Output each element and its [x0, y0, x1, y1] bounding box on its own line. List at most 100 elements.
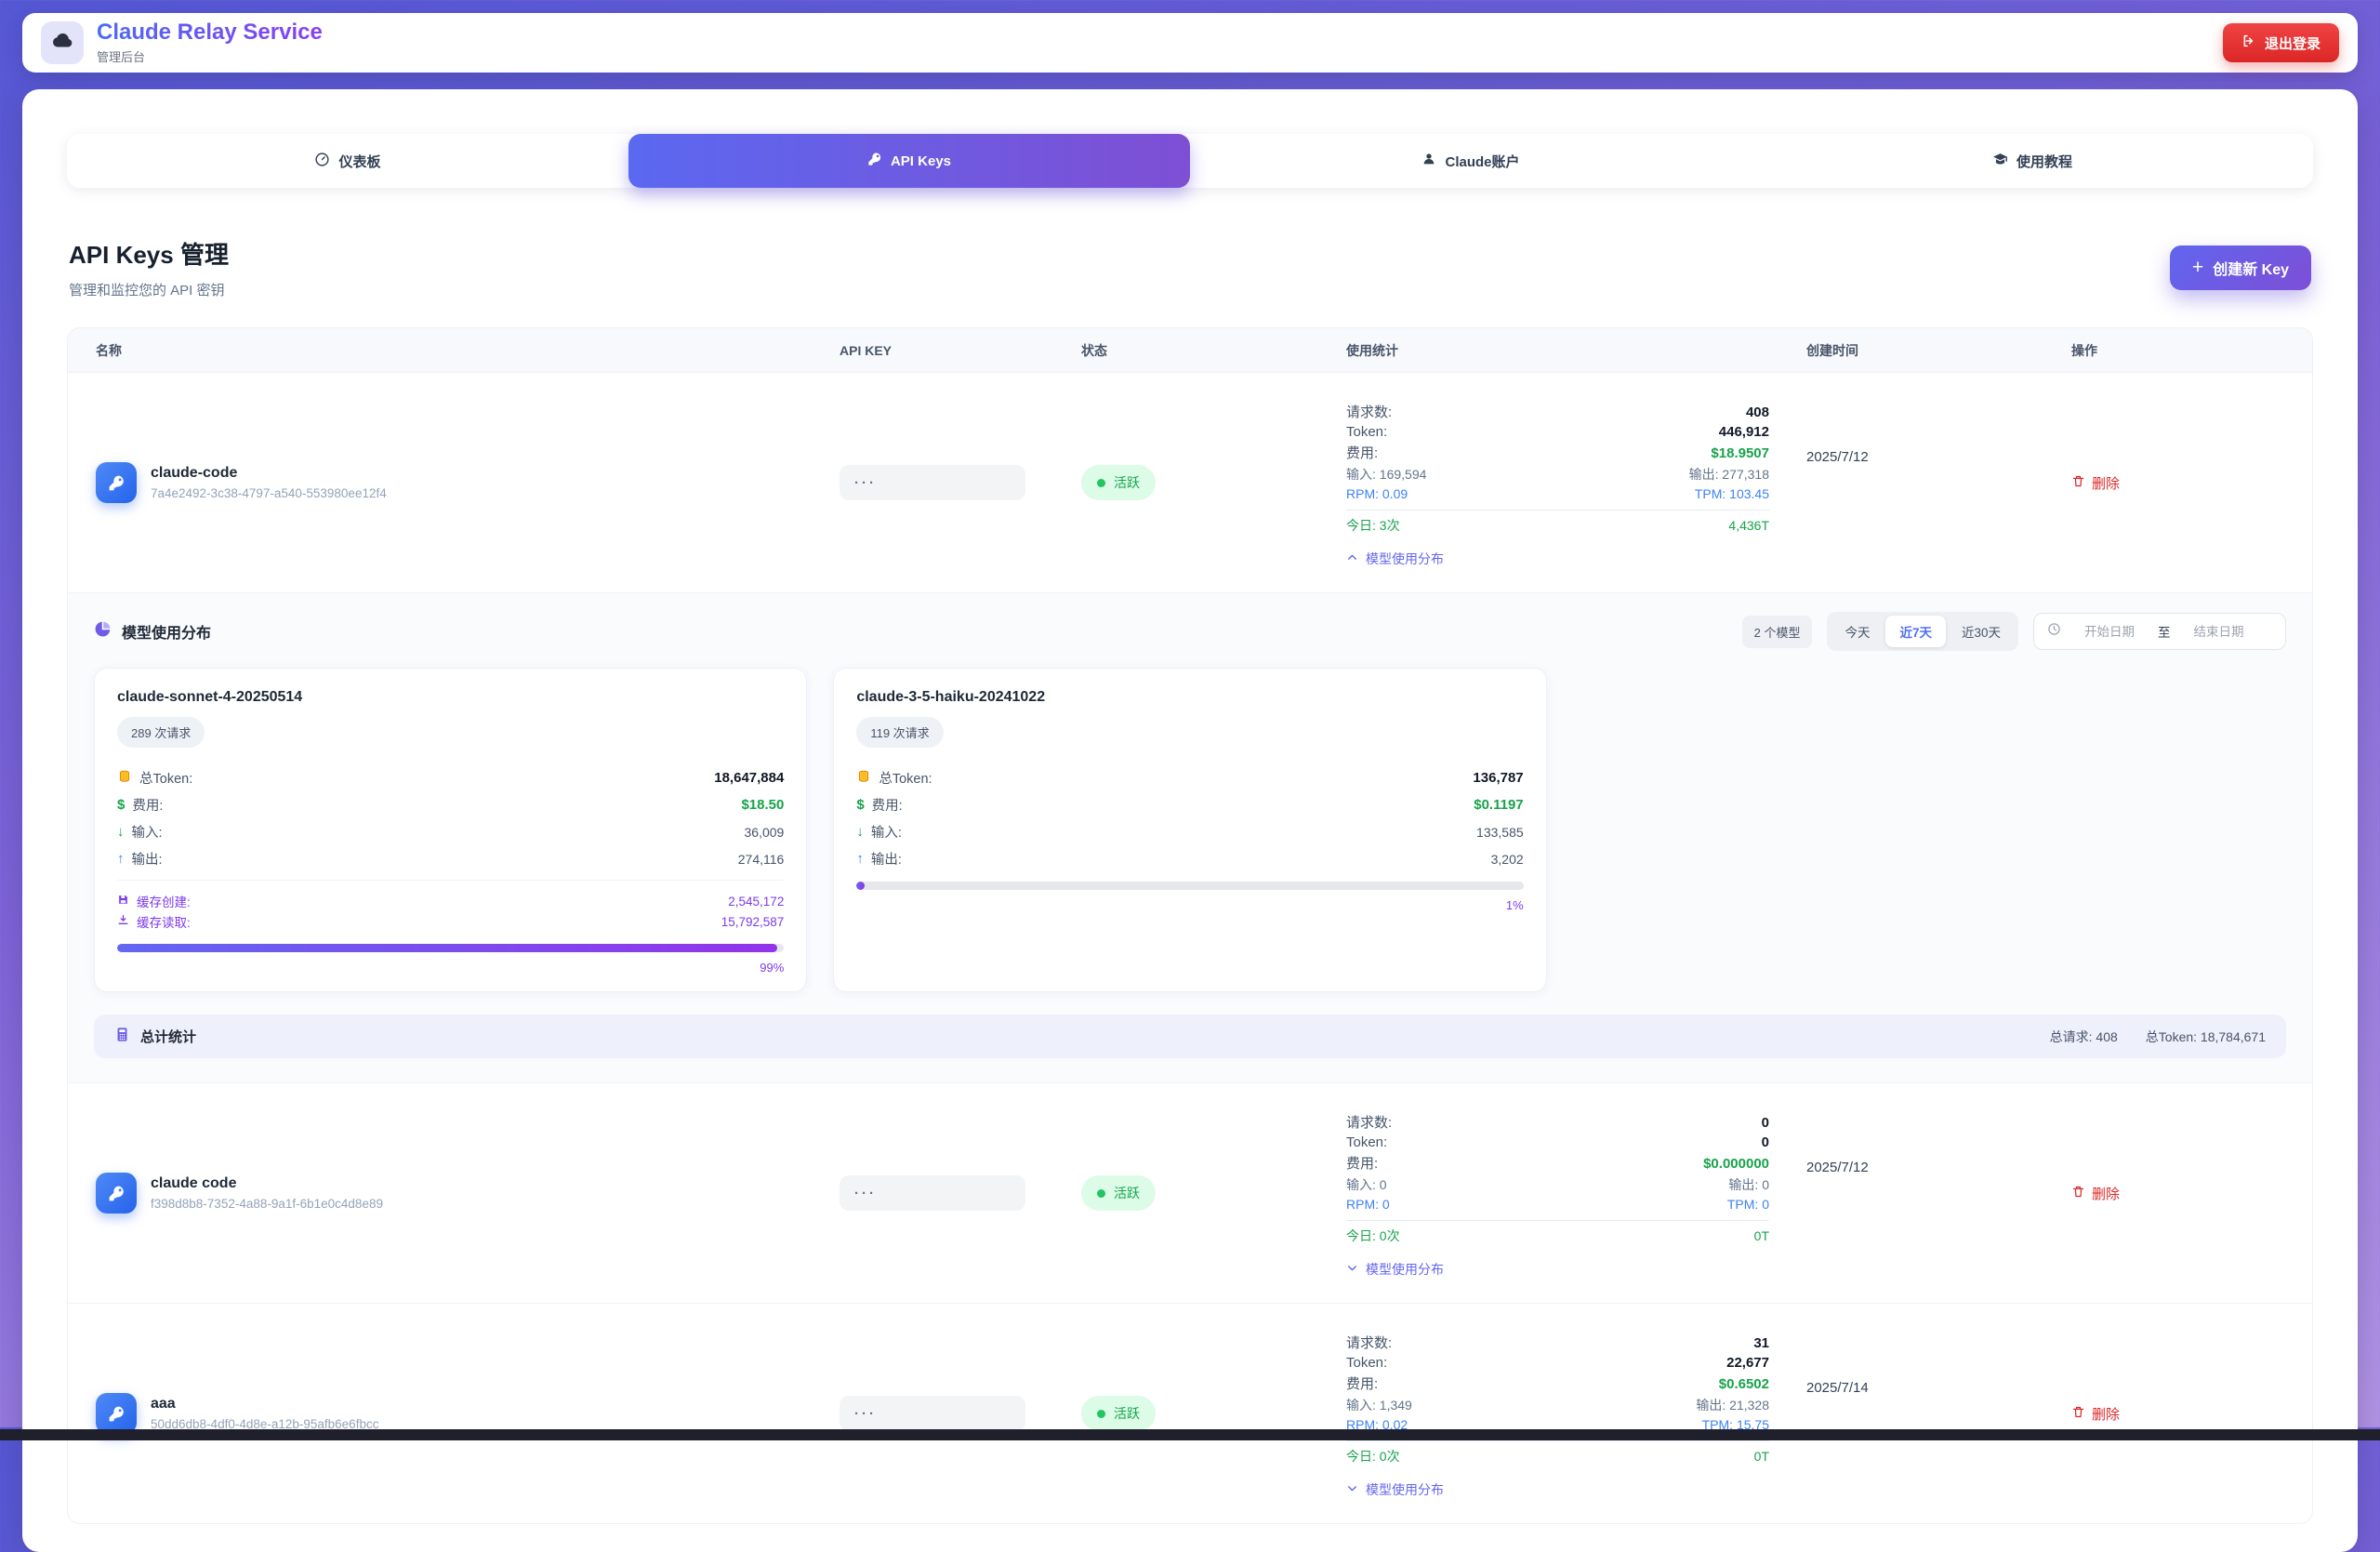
plus-icon: + — [2192, 257, 2203, 279]
model-card: claude-sonnet-4-20250514 289 次请求 总Token:… — [94, 668, 807, 992]
usage-stats: 请求数:0 Token:0 费用:$0.000000 输入: 0输出: 0 RP… — [1346, 1109, 1769, 1279]
key-name: claude-code — [151, 465, 387, 482]
output-value: 输出: 277,318 — [1689, 465, 1769, 484]
usage-progress-track — [856, 882, 1523, 890]
token-value: 22,677 — [1726, 1355, 1769, 1371]
bottom-edge — [0, 1429, 2380, 1440]
col-status: 状态 — [1081, 341, 1346, 360]
cost-value: $0.6502 — [1719, 1376, 1769, 1392]
api-key-row: claude-code 7a4e2492-3c38-4797-a540-5539… — [68, 373, 2312, 593]
range-7d-button[interactable]: 近7天 — [1885, 616, 1946, 647]
api-keys-table: 名称 API KEY 状态 使用统计 创建时间 操作 claude-code 7… — [67, 327, 2313, 1524]
col-name: 名称 — [96, 341, 840, 360]
date-range-picker: 至 — [2033, 613, 2286, 650]
today-tokens: 4,436T — [1728, 518, 1769, 533]
total-requests: 总请求: 408 — [2050, 1028, 2118, 1046]
status-dot-icon — [1097, 479, 1105, 487]
logout-button[interactable]: 退出登录 — [2223, 23, 2339, 62]
col-api-key: API KEY — [840, 343, 1081, 358]
masked-api-key[interactable]: ··· — [840, 1175, 1025, 1211]
tab-label: Claude账户 — [1445, 152, 1519, 171]
trash-icon — [2071, 1405, 2085, 1423]
requests-badge: 119 次请求 — [856, 717, 943, 748]
masked-api-key[interactable]: ··· — [840, 465, 1025, 500]
key-badge-icon — [96, 1173, 137, 1214]
download-icon — [117, 914, 129, 929]
range-today-button[interactable]: 今天 — [1831, 616, 1884, 647]
key-icon — [867, 152, 882, 170]
clock-icon — [2047, 622, 2061, 641]
model-usage-toggle[interactable]: 模型使用分布 — [1346, 1480, 1769, 1499]
tab-api-keys[interactable]: API Keys — [628, 134, 1190, 188]
user-icon — [1421, 152, 1436, 170]
tpm-value: TPM: 103.45 — [1695, 486, 1769, 501]
app-logo — [41, 21, 84, 64]
dollar-icon: $ — [117, 797, 125, 813]
requests-badge: 289 次请求 — [117, 717, 205, 748]
api-key-row: aaa 50dd6db8-4df0-4d8e-a12b-95afb6e6fbcc… — [68, 1304, 2312, 1523]
output-value: 输出: 0 — [1728, 1175, 1769, 1194]
page-title: API Keys 管理 — [69, 236, 229, 271]
rpm-value: RPM: 0.09 — [1346, 486, 1408, 501]
divider — [1346, 1220, 1769, 1221]
col-created: 创建时间 — [1806, 341, 2071, 360]
calculator-icon — [114, 1027, 130, 1046]
page-subtitle: 管理和监控您的 API 密钥 — [69, 280, 229, 299]
app-subtitle: 管理后台 — [97, 47, 323, 65]
key-id: f398d8b8-7352-4a88-9a1f-6b1e0c4d8e89 — [151, 1197, 383, 1211]
tab-claude-accounts[interactable]: Claude账户 — [1190, 134, 1752, 188]
create-key-button[interactable]: + 创建新 Key — [2170, 245, 2311, 290]
delete-button[interactable]: 删除 — [2071, 1184, 2284, 1203]
delete-button[interactable]: 删除 — [2071, 473, 2284, 493]
delete-button[interactable]: 删除 — [2071, 1404, 2284, 1424]
page-head: API Keys 管理 管理和监控您的 API 密钥 + 创建新 Key — [69, 236, 2311, 299]
trash-icon — [2071, 1185, 2085, 1202]
tab-label: 仪表板 — [338, 152, 380, 171]
chevron-down-icon — [1346, 1482, 1358, 1497]
nav-tabs: 仪表板 API Keys Claude账户 使用教程 — [67, 134, 2313, 188]
logout-label: 退出登录 — [2265, 33, 2320, 53]
created-date: 2025/7/14 — [1806, 1330, 2071, 1396]
status-badge: 活跃 — [1081, 1396, 1156, 1431]
tpm-value: TPM: 0 — [1727, 1197, 1769, 1212]
input-value: 输入: 0 — [1346, 1175, 1387, 1194]
created-date: 2025/7/12 — [1806, 399, 2071, 465]
main-panel: 仪表板 API Keys Claude账户 使用教程 API Keys 管理 管… — [22, 89, 2358, 1552]
model-usage-toggle[interactable]: 模型使用分布 — [1346, 550, 1769, 568]
usage-progress-track — [117, 944, 784, 952]
dollar-icon: $ — [856, 797, 864, 813]
masked-api-key[interactable]: ··· — [840, 1396, 1025, 1431]
col-usage: 使用统计 — [1346, 341, 1806, 360]
today-requests: 今日: 0次 — [1346, 1227, 1400, 1245]
key-name-cell: claude-code 7a4e2492-3c38-4797-a540-5539… — [96, 462, 840, 503]
today-requests: 今日: 3次 — [1346, 516, 1400, 535]
requests-value: 31 — [1753, 1335, 1769, 1351]
col-actions: 操作 — [2071, 341, 2284, 360]
token-value: 446,912 — [1719, 424, 1769, 440]
key-name-cell: aaa 50dd6db8-4df0-4d8e-a12b-95afb6e6fbcc — [96, 1393, 840, 1434]
start-date-input[interactable] — [2070, 625, 2149, 639]
key-name: claude code — [151, 1175, 383, 1192]
requests-value: 0 — [1762, 1115, 1769, 1131]
arrow-up-icon: ↑ — [117, 851, 125, 867]
divider — [1346, 1440, 1769, 1441]
model-card: claude-3-5-haiku-20241022 119 次请求 总Token… — [833, 668, 1546, 992]
key-name-cell: claude code f398d8b8-7352-4a88-9a1f-6b1e… — [96, 1173, 840, 1214]
created-date: 2025/7/12 — [1806, 1109, 2071, 1175]
total-tokens: 总Token: 18,784,671 — [2146, 1028, 2266, 1046]
top-bar: Claude Relay Service 管理后台 退出登录 — [22, 13, 2358, 73]
tab-dashboard[interactable]: 仪表板 — [67, 134, 628, 188]
key-badge-icon — [96, 462, 137, 503]
model-name: claude-sonnet-4-20250514 — [117, 689, 784, 706]
requests-value: 408 — [1746, 405, 1769, 420]
graduation-cap-icon — [1992, 152, 2008, 171]
date-separator: 至 — [2158, 622, 2171, 641]
table-header: 名称 API KEY 状态 使用统计 创建时间 操作 — [68, 328, 2312, 373]
models-count-badge: 2 个模型 — [1742, 616, 1813, 648]
model-usage-toggle[interactable]: 模型使用分布 — [1346, 1260, 1769, 1279]
tab-label: 使用教程 — [2016, 152, 2072, 171]
range-30d-button[interactable]: 近30天 — [1948, 616, 2015, 647]
tab-tutorial[interactable]: 使用教程 — [1752, 134, 2313, 188]
cost-value: $18.9507 — [1711, 445, 1769, 461]
end-date-input[interactable] — [2180, 625, 2258, 639]
